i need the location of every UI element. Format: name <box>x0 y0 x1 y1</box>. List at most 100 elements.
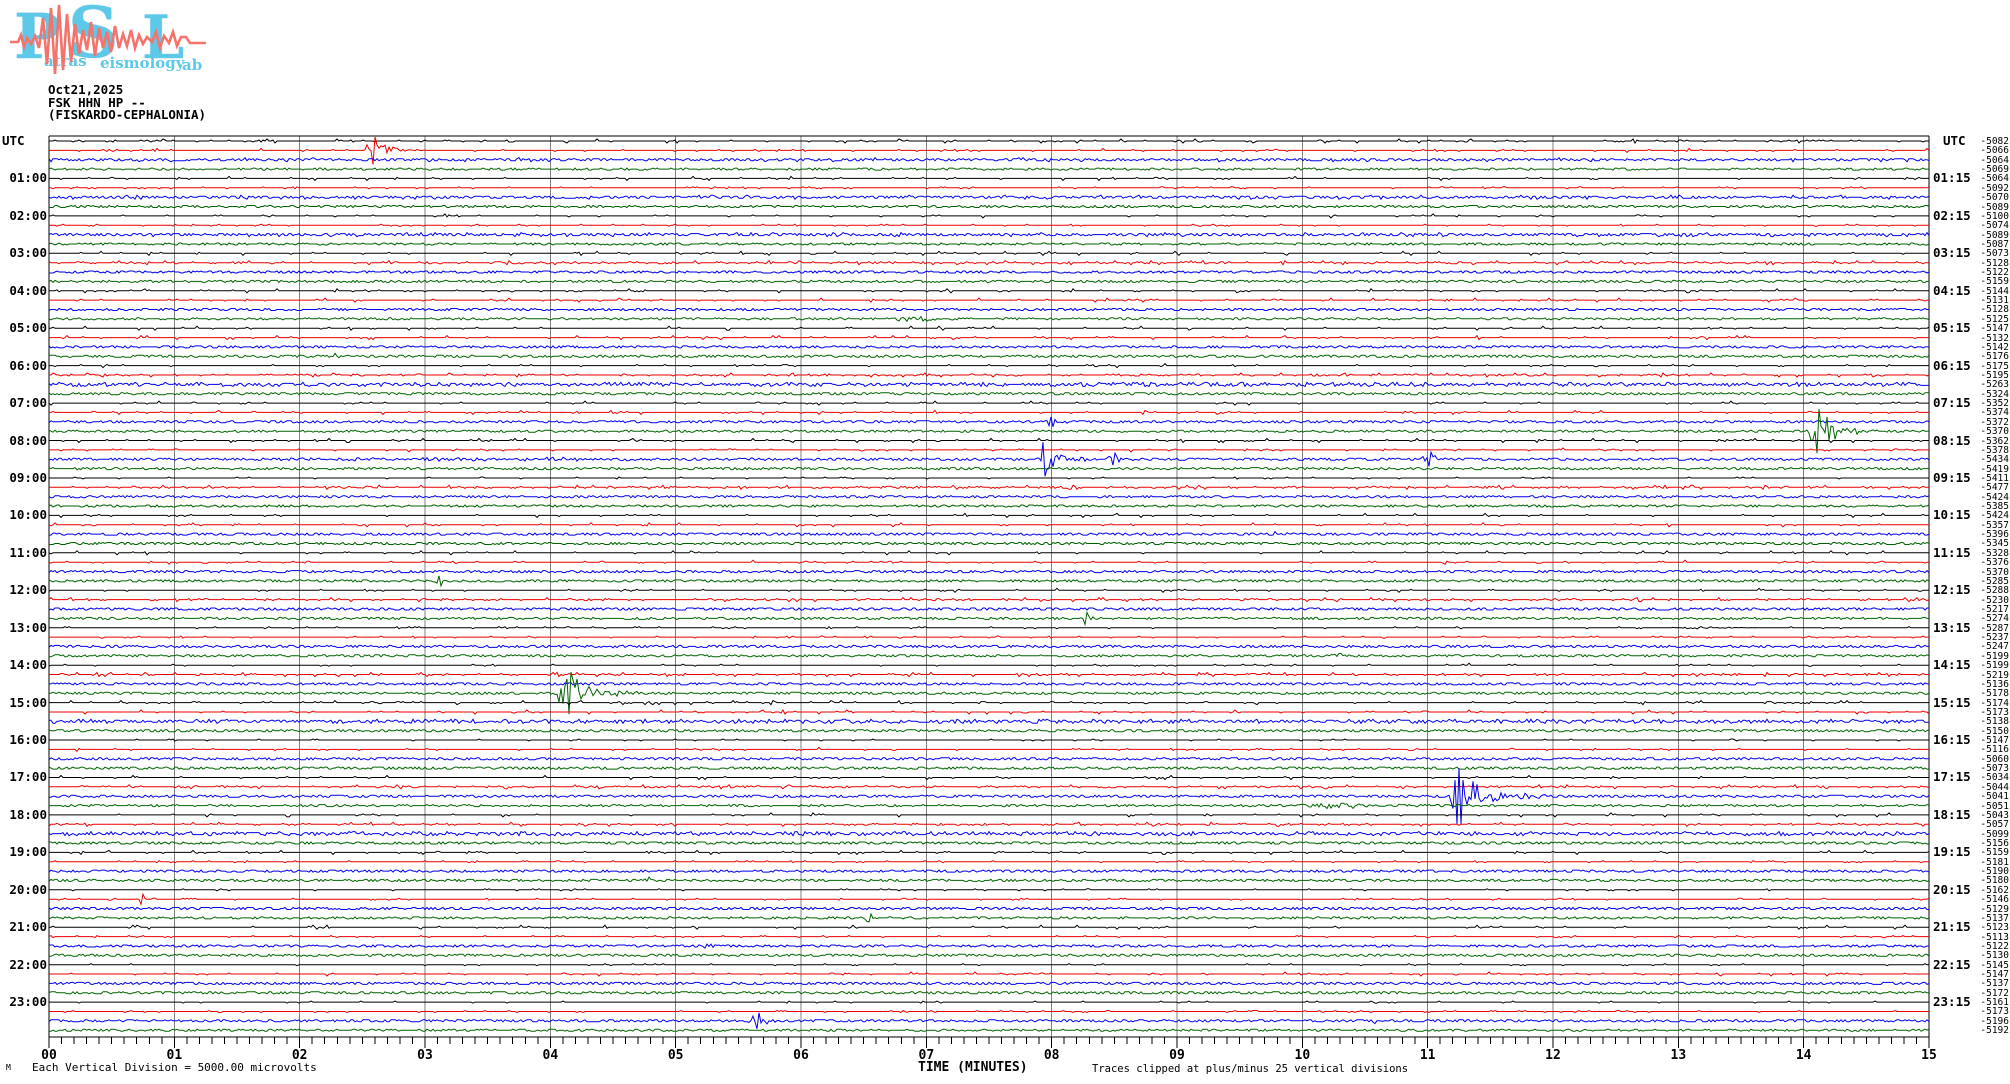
right-time-label: 07:15 <box>1933 395 1971 411</box>
seismo-trace-row-51 <box>49 610 1929 627</box>
seismo-trace-row-47 <box>48 575 1930 588</box>
x-tick-label: 08 <box>1043 1048 1060 1063</box>
seismo-trace-row-16 <box>49 288 1929 294</box>
left-time-label: 23:00 <box>9 994 47 1010</box>
seismo-trace-row-9 <box>49 223 1929 227</box>
seismo-trace-row-33 <box>49 447 1929 453</box>
seismo-trace-row-89 <box>49 971 1929 977</box>
trace-mean-value: -5434 <box>1980 454 2009 466</box>
trace-mean-value: -5376 <box>1980 557 2009 569</box>
x-tick-label: 10 <box>1294 1048 1311 1063</box>
left-time-label: 22:00 <box>9 956 47 972</box>
left-time-label: 09:00 <box>9 469 47 485</box>
webicorder-page: { "logo": { "letter_p": "P", "word_p": "… <box>0 0 2010 1080</box>
seismo-trace-row-23 <box>49 352 1930 359</box>
seismo-trace-row-17 <box>49 297 1929 303</box>
x-tick-label: 12 <box>1545 1048 1561 1063</box>
seismo-trace-row-18 <box>48 307 1929 312</box>
seismo-trace-row-3 <box>48 167 1929 171</box>
seismo-trace-row-8 <box>49 213 1929 219</box>
trace-mean-value: -5138 <box>1980 716 2009 728</box>
clip-note: Traces clipped at plus/minus 25 vertical… <box>1092 1063 1409 1075</box>
trace-mean-value: -5066 <box>1980 145 2009 157</box>
seismo-trace-row-50 <box>48 607 1929 611</box>
seismo-trace-row-27 <box>48 391 1929 396</box>
left-time-label: 20:00 <box>9 881 47 897</box>
left-time-label: 10:00 <box>9 507 47 523</box>
left-time-label: 12:00 <box>9 582 47 598</box>
right-time-label: 02:15 <box>1933 207 1971 223</box>
left-time-label: 11:00 <box>9 544 47 560</box>
seismo-trace-row-69 <box>49 784 1930 790</box>
seismo-trace-row-65 <box>49 746 1929 753</box>
seismo-trace-row-42 <box>49 530 1930 536</box>
x-tick-label: 04 <box>542 1048 559 1063</box>
seismo-trace-row-20 <box>49 325 1930 331</box>
seismo-trace-row-29 <box>49 409 1929 416</box>
seismo-trace-row-79 <box>48 876 1930 883</box>
seismo-trace-row-81 <box>49 892 1930 906</box>
seismo-trace-row-25 <box>49 372 1930 378</box>
left-time-label: 03:00 <box>9 245 47 261</box>
seismo-trace-row-62 <box>49 718 1929 725</box>
seismo-trace-row-15 <box>48 279 1929 284</box>
psl-logo: P atras S eismology L ab <box>8 0 208 82</box>
seismo-trace-row-54 <box>48 644 1929 649</box>
trace-mean-value: -5199 <box>1980 660 2009 672</box>
seismo-trace-row-40 <box>49 512 1929 519</box>
seismo-trace-row-92 <box>49 1000 1929 1004</box>
seismo-trace-row-56 <box>48 662 1929 667</box>
trace-mean-value: -5370 <box>1980 426 2009 438</box>
trace-mean-value: -5123 <box>1980 922 2009 934</box>
trace-mean-value: -5070 <box>1980 192 2009 204</box>
trace-mean-value: -5159 <box>1980 847 2009 859</box>
seismo-trace-row-7 <box>49 204 1930 209</box>
seismo-trace-row-86 <box>49 943 1929 949</box>
right-time-label: 10:15 <box>1933 507 1971 523</box>
left-time-label: 17:00 <box>9 769 47 785</box>
left-time-label: 15:00 <box>9 694 47 710</box>
right-time-label: 03:15 <box>1933 245 1971 261</box>
seismo-trace-row-80 <box>49 888 1929 892</box>
seismo-trace-row-28 <box>48 400 1929 406</box>
seismo-trace-row-82 <box>48 905 1929 911</box>
seismo-trace-row-75 <box>49 841 1929 845</box>
seismo-trace-row-5 <box>49 186 1930 190</box>
x-tick-label: 15 <box>1921 1048 1937 1063</box>
x-tick-label: 06 <box>793 1048 809 1063</box>
seismo-trace-row-2 <box>48 156 1930 163</box>
trace-mean-value: -5041 <box>1980 791 2009 803</box>
seismo-trace-row-4 <box>49 175 1929 182</box>
seismo-trace-row-64 <box>49 738 1929 742</box>
right-time-label: 22:15 <box>1933 956 1971 972</box>
left-time-label: 06:00 <box>9 357 47 373</box>
seismo-trace-row-44 <box>48 550 1929 556</box>
seismo-trace-row-67 <box>48 766 1929 770</box>
seismo-trace-row-30 <box>48 416 1930 428</box>
seismo-trace-row-39 <box>48 504 1930 508</box>
seismo-trace-row-38 <box>48 494 1930 499</box>
seismo-trace-row-58 <box>49 682 1929 686</box>
seismo-trace-row-73 <box>48 821 1929 828</box>
seismo-trace-row-94 <box>48 1012 1930 1029</box>
seismo-trace-row-60 <box>49 699 1929 706</box>
helicorder-svg <box>48 135 1930 1048</box>
seismo-trace-row-70 <box>49 768 1930 825</box>
seismo-trace-row-19 <box>48 315 1930 323</box>
x-tick-label: 09 <box>1169 1048 1185 1063</box>
seismo-trace-row-11 <box>48 242 1930 246</box>
right-time-label: 16:15 <box>1933 732 1971 748</box>
trace-mean-value: -5176 <box>1980 351 2009 363</box>
seismo-trace-row-76 <box>49 849 1930 856</box>
trace-mean-value: -5147 <box>1980 323 2009 335</box>
x-tick-label: 11 <box>1419 1048 1436 1063</box>
right-time-label: 11:15 <box>1933 544 1971 560</box>
right-time-label: 06:15 <box>1933 357 1971 373</box>
right-time-label: 13:15 <box>1933 619 1971 635</box>
time-axis-label: TIME (MINUTES) <box>918 1060 1028 1075</box>
left-time-label: 14:00 <box>9 657 47 673</box>
left-time-label: 04:00 <box>9 282 47 298</box>
seismo-trace-row-52 <box>49 625 1929 630</box>
right-time-label: 21:15 <box>1933 919 1971 935</box>
right-time-label: 18:15 <box>1933 806 1971 822</box>
